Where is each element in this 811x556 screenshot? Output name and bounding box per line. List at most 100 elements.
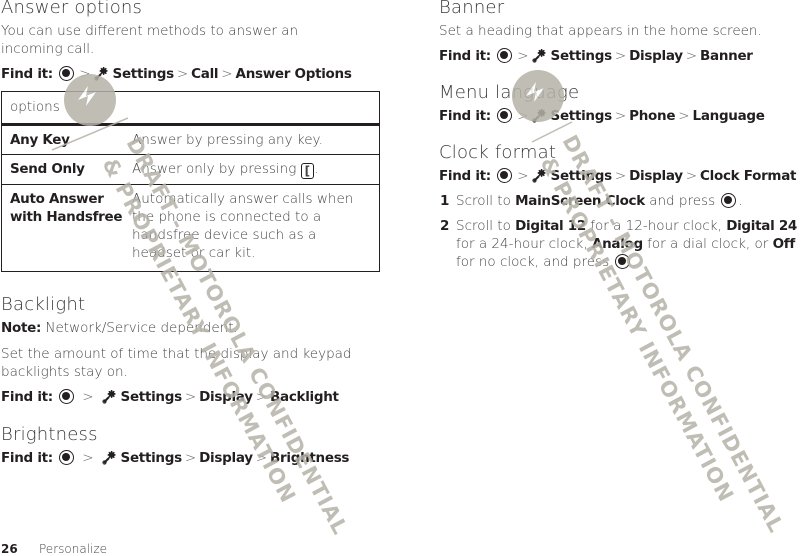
settings-gear-icon <box>531 49 546 63</box>
find-it-label: Find it: <box>1 450 53 466</box>
banner-body: Set a heading that appears in the home s… <box>439 23 762 39</box>
step-text: for a 12-hour clock, <box>585 218 727 234</box>
nav-key-icon <box>721 193 737 208</box>
nav-key-icon <box>59 66 75 81</box>
separator: > <box>517 108 529 124</box>
step-text: . <box>738 193 743 209</box>
draft-watermark: DRAFT - MOTOROLA CONFIDENTIAL & PROPRIET… <box>51 70 789 539</box>
nav-key-icon <box>497 108 513 123</box>
option-line: with Handsfree <box>10 209 123 225</box>
step-item: 1 Scroll to MainScreen Clock and press . <box>439 192 811 210</box>
step-text: for a 24-hour clock, <box>456 236 592 252</box>
find-it-label: Find it: <box>439 108 491 124</box>
nav-key-icon <box>59 450 75 465</box>
separator: > <box>176 66 189 82</box>
separator: > <box>255 450 268 466</box>
separator: > <box>678 108 690 124</box>
settings-gear-icon <box>101 390 116 404</box>
step-text: for no clock, and press <box>456 254 614 270</box>
path-banner: Banner <box>700 48 753 64</box>
table-row: Send Only Answer only by pressing [. <box>1 154 380 185</box>
table-row: Any Key Answer by pressing any key. <box>1 124 380 155</box>
nav-key-icon <box>59 389 75 404</box>
backlight-note: Note: Network/Service dependent. <box>1 319 238 337</box>
banner-find-it: Find it: > Settings > Display > Banner <box>439 47 753 65</box>
step-bold: Digital 24 <box>726 218 798 234</box>
separator: > <box>221 66 233 82</box>
step-bold: MainScreen Clock <box>515 193 645 209</box>
step-bold: Analog <box>591 236 643 252</box>
option-desc: Answer by pressing any key. <box>124 124 380 155</box>
step-item: 2 Scroll to Digital 12 for a 12-hour cloc… <box>439 217 811 271</box>
path-brightness: Brightness <box>270 450 350 466</box>
brightness-find-it: Find it: > Settings > Display > Brightness <box>1 449 349 467</box>
settings-gear-icon <box>531 169 546 183</box>
option-desc: Automatically answer calls when the phon… <box>124 184 380 272</box>
answer-options-intro: You can use different methods to answer … <box>1 23 299 57</box>
find-it-label: Find it: <box>439 168 491 184</box>
path-phone: Phone <box>629 108 676 124</box>
find-it-label: Find it: <box>1 66 53 82</box>
separator: > <box>255 389 268 405</box>
settings-gear-icon <box>101 451 116 465</box>
separator: > <box>614 108 627 124</box>
send-key-icon: [ <box>300 163 315 179</box>
desc-text: . <box>314 161 319 177</box>
step-text: Scroll to <box>456 193 516 209</box>
watermark-right: DRAFT - MOTOROLA CONFIDENTIAL & PROPRIET… <box>512 70 789 537</box>
step-text: Scroll to <box>456 218 516 234</box>
path-answer-options: Answer Options <box>235 66 352 82</box>
backlight-body: Set the amount of time that the display … <box>1 346 352 380</box>
option-line: Auto Answer <box>10 191 104 207</box>
separator: > <box>685 168 698 184</box>
separator: > <box>517 168 529 184</box>
table-row: Auto Answer with Handsfree Automatically … <box>1 184 380 272</box>
path-settings: Settings <box>120 389 183 405</box>
path-language: Language <box>692 108 765 124</box>
option-name: Send Only <box>1 154 124 185</box>
step-bold: Digital 12 <box>515 218 586 234</box>
option-desc: Answer only by pressing [. <box>124 154 380 185</box>
option-name: Auto Answer with Handsfree <box>1 184 124 272</box>
brightness-heading: Brightness <box>1 424 98 445</box>
separator: > <box>685 48 698 64</box>
separator: > <box>184 450 197 466</box>
find-it-label: Find it: <box>1 389 53 405</box>
desc-text: Answer only by pressing <box>132 161 297 177</box>
banner-heading: Banner <box>439 0 505 18</box>
answer-options-table: options Any Key Answer by pressing any k… <box>1 91 380 272</box>
path-clock-format: Clock Format <box>700 168 797 184</box>
path-call: Call <box>191 66 219 82</box>
backlight-heading: Backlight <box>1 294 86 315</box>
path-display: Display <box>629 48 683 64</box>
nav-key-icon <box>615 254 631 269</box>
note-label: Note: <box>1 320 42 336</box>
step-number: 1 <box>440 193 450 209</box>
separator: > <box>614 48 627 64</box>
section-name: Personalize <box>39 542 108 556</box>
menu-language-find-it: Find it: > Settings > Phone > Language <box>439 107 765 125</box>
separator: > <box>82 389 94 405</box>
path-backlight: Backlight <box>270 389 339 405</box>
page-footer: 26 Personalize <box>1 542 107 556</box>
path-settings: Settings <box>550 108 613 124</box>
answer-options-heading: Answer options <box>1 0 143 18</box>
path-settings: Settings <box>550 48 613 64</box>
answer-options-find-it: Find it: > Settings > Call > Answer Options <box>1 65 352 83</box>
clock-format-heading: Clock format <box>439 142 557 163</box>
separator: > <box>79 66 91 82</box>
path-settings: Settings <box>120 450 183 466</box>
path-settings: Settings <box>112 66 175 82</box>
path-display: Display <box>199 389 253 405</box>
step-text: . <box>632 254 637 270</box>
note-text: Network/Service dependent. <box>45 320 238 336</box>
step-number: 2 <box>440 218 450 234</box>
settings-gear-icon <box>531 109 546 123</box>
path-settings: Settings <box>550 168 613 184</box>
step-text: and press <box>644 193 720 209</box>
separator: > <box>517 48 529 64</box>
step-text: for a dial clock, or <box>642 236 773 252</box>
path-display: Display <box>629 168 683 184</box>
table-header: options <box>1 91 380 126</box>
step-bold: Off <box>772 236 796 252</box>
